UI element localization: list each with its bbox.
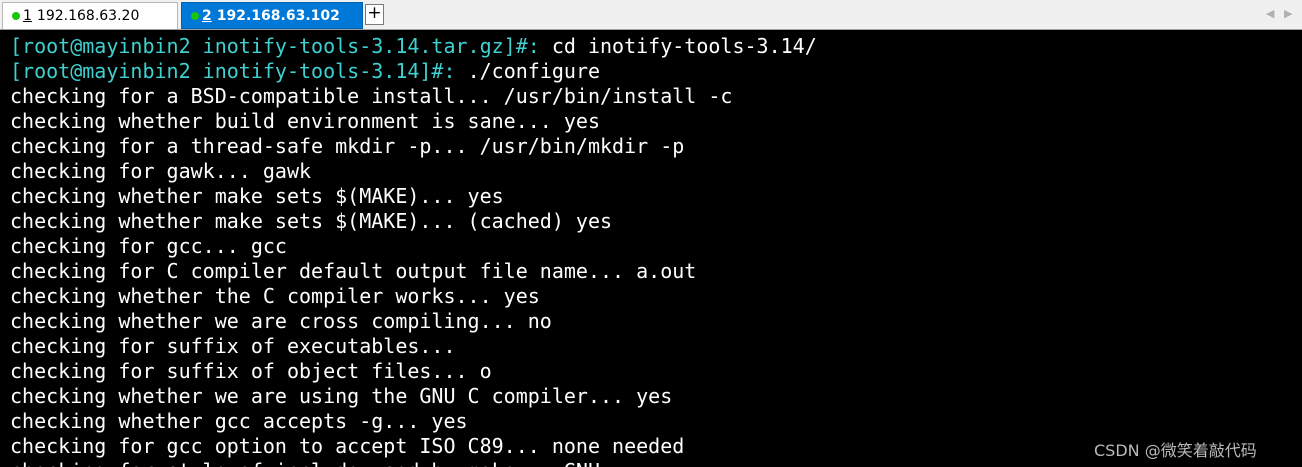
command-output: checking for a thread-safe mkdir -p... /…	[10, 134, 685, 158]
tab-title: 192.168.63.102	[216, 7, 340, 24]
terminal-line: checking for gcc option to accept ISO C8…	[10, 434, 684, 459]
tab-session-1[interactable]: 1 192.168.63.20	[2, 2, 178, 29]
tab-bar: 1 192.168.63.20 2 192.168.63.102 + ◀ ▶	[0, 0, 1302, 30]
command-output: checking for gawk... gawk	[10, 159, 312, 183]
scroll-left-icon[interactable]: ◀	[1266, 7, 1274, 20]
command-output: checking whether make sets $(MAKE)... (c…	[10, 209, 613, 233]
connection-status-icon	[12, 12, 20, 20]
command-output: checking whether we are cross compiling.…	[10, 309, 552, 333]
terminal-line: checking for gawk... gawk	[10, 159, 311, 184]
command-output: checking whether build environment is sa…	[10, 109, 601, 133]
command-output: checking for suffix of executables...	[10, 334, 456, 358]
command-output: checking for C compiler default output f…	[10, 259, 697, 283]
terminal-line: checking whether we are cross compiling.…	[10, 309, 552, 334]
terminal-line: checking for gcc... gcc	[10, 234, 287, 259]
terminal-line: checking for C compiler default output f…	[10, 259, 696, 284]
command-output: checking for gcc... gcc	[10, 234, 287, 258]
terminal-app: 1 192.168.63.20 2 192.168.63.102 + ◀ ▶ […	[0, 0, 1302, 467]
command-output: checking whether make sets $(MAKE)... ye…	[10, 184, 504, 208]
terminal-line: checking for style of include used by ma…	[10, 459, 600, 467]
scroll-right-icon[interactable]: ▶	[1284, 7, 1292, 20]
command-output: checking whether the C compiler works...…	[10, 284, 540, 308]
tab-session-2[interactable]: 2 192.168.63.102	[181, 2, 363, 29]
tab-index: 2	[202, 7, 212, 24]
terminal-line: checking for a BSD-compatible install...…	[10, 84, 732, 109]
command-output: checking for a BSD-compatible install...…	[10, 84, 733, 108]
terminal-line: checking whether make sets $(MAKE)... (c…	[10, 209, 612, 234]
watermark: CSDN @微笑着敲代码	[1094, 441, 1257, 460]
new-tab-button[interactable]: +	[365, 4, 384, 25]
tab-index: 1	[23, 8, 32, 24]
terminal-line: checking whether we are using the GNU C …	[10, 384, 672, 409]
command-output: checking for gcc option to accept ISO C8…	[10, 434, 685, 458]
terminal-line: checking whether the C compiler works...…	[10, 284, 540, 309]
command-output: checking for suffix of object files... o	[10, 359, 492, 383]
tab-title: 192.168.63.20	[36, 8, 140, 24]
command-output: checking whether gcc accepts -g... yes	[10, 409, 468, 433]
terminal-line: checking for a thread-safe mkdir -p... /…	[10, 134, 684, 159]
command-output: checking whether we are using the GNU C …	[10, 384, 673, 408]
connection-status-icon	[191, 12, 199, 20]
terminal-line: checking for suffix of object files... o	[10, 359, 492, 384]
terminal-line: checking whether build environment is sa…	[10, 109, 600, 134]
terminal-line: checking whether gcc accepts -g... yes	[10, 409, 468, 434]
terminal-line: [root@mayinbin2 inotify-tools-3.14.tar.g…	[10, 34, 817, 59]
terminal-line: checking whether make sets $(MAKE)... ye…	[10, 184, 504, 209]
command-output: checking for style of include used by ma…	[10, 459, 600, 467]
terminal-output[interactable]: [root@mayinbin2 inotify-tools-3.14.tar.g…	[0, 30, 1302, 467]
terminal-line: checking for suffix of executables...	[10, 334, 456, 359]
shell-prompt: [root@mayinbin2 inotify-tools-3.14.tar.g…	[10, 34, 540, 58]
shell-command: ./configure	[455, 59, 601, 83]
shell-prompt: [root@mayinbin2 inotify-tools-3.14]#:	[10, 59, 456, 83]
terminal-line: [root@mayinbin2 inotify-tools-3.14]#: ./…	[10, 59, 600, 84]
shell-command: cd inotify-tools-3.14/	[539, 34, 817, 58]
